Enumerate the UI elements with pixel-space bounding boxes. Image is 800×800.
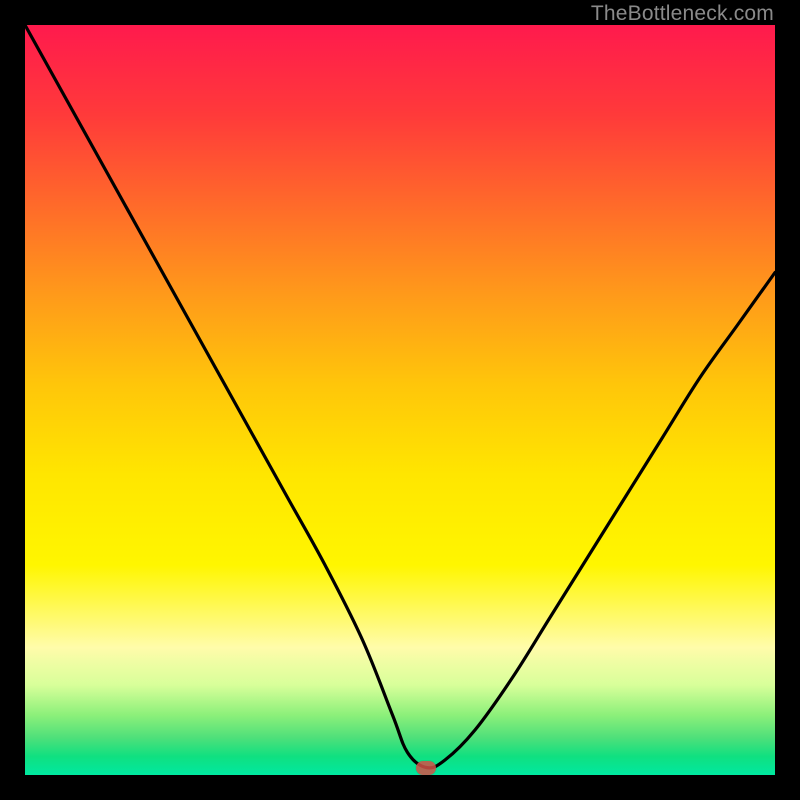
chart-frame: TheBottleneck.com <box>0 0 800 800</box>
plot-area <box>25 25 775 775</box>
optimal-point-marker <box>416 761 436 775</box>
watermark-text: TheBottleneck.com <box>591 2 774 26</box>
bottleneck-curve <box>25 25 775 775</box>
